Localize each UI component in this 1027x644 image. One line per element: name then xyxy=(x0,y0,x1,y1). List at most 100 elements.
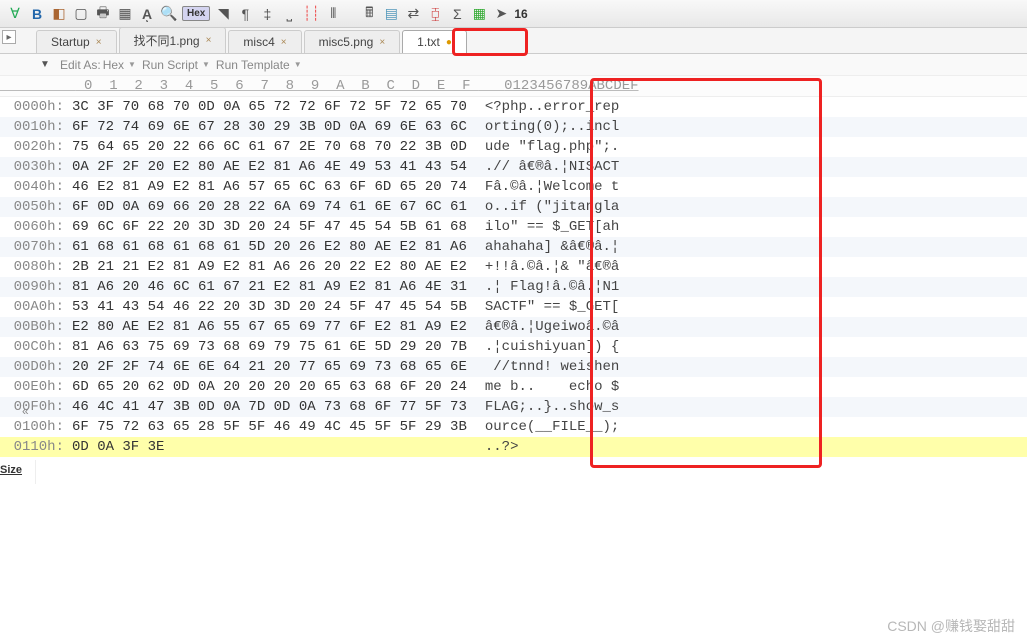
ascii-cell[interactable]: ahahaha] &â€®â.¦ xyxy=(485,237,619,257)
hex-row[interactable]: 00F0h:46 4C 41 47 3B 0D 0A 7D 0D 0A 73 6… xyxy=(0,397,1027,417)
hex-cell[interactable]: 75 64 65 20 22 66 6C 61 67 2E 70 68 70 2… xyxy=(72,137,467,157)
font-icon[interactable]: Aͅ xyxy=(138,5,156,23)
hex-row[interactable]: 0010h:6F 72 74 69 6E 67 28 30 29 3B 0D 0… xyxy=(0,117,1027,137)
tab-startup[interactable]: Startup× xyxy=(36,30,117,53)
chevron-down-icon[interactable]: ▼ xyxy=(36,56,54,74)
select-icon[interactable]: Ɐ xyxy=(6,5,24,23)
ascii-cell[interactable]: ude "flag.php";. xyxy=(485,137,619,157)
tab-1txt[interactable]: 1.txt● xyxy=(402,30,467,53)
hex-row[interactable]: 0080h:2B 21 21 E2 81 A9 E2 81 A6 26 20 2… xyxy=(0,257,1027,277)
run-template-label[interactable]: Run Template xyxy=(216,58,290,72)
hex-cell[interactable]: 6D 65 20 62 0D 0A 20 20 20 20 65 63 68 6… xyxy=(72,377,467,397)
hex-row[interactable]: 0040h:46 E2 81 A9 E2 81 A6 57 65 6C 63 6… xyxy=(0,177,1027,197)
edit-as-value[interactable]: Hex xyxy=(103,58,124,72)
ascii-cell[interactable]: //tnnd! weishen xyxy=(485,357,619,377)
offset-cell: 00B0h: xyxy=(0,317,72,337)
tab-misc5[interactable]: misc5.png× xyxy=(304,30,401,53)
hex-row[interactable]: 0100h:6F 75 72 63 65 28 5F 5F 46 49 4C 4… xyxy=(0,417,1027,437)
grid-icon[interactable]: ▦ xyxy=(470,5,488,23)
hex-row[interactable]: 0090h:81 A6 20 46 6C 61 67 21 E2 81 A9 E… xyxy=(0,277,1027,297)
hex-cell[interactable]: 46 4C 41 47 3B 0D 0A 7D 0D 0A 73 68 6F 7… xyxy=(72,397,467,417)
hex-cell[interactable]: 3C 3F 70 68 70 0D 0A 65 72 72 6F 72 5F 7… xyxy=(72,97,467,117)
ascii-cell[interactable]: .// â€®â.¦NISACT xyxy=(485,157,619,177)
chevron-down-icon[interactable]: ▼ xyxy=(202,60,210,69)
collapse-icon[interactable]: « xyxy=(22,404,29,418)
compare-icon[interactable]: ⇄ xyxy=(404,5,422,23)
page-icon[interactable]: ▤ xyxy=(382,5,400,23)
ascii-cell[interactable]: â€®â.¦Ugeiwoâ.©â xyxy=(485,317,619,337)
hex-cell[interactable]: E2 80 AE E2 81 A6 55 67 65 69 77 6F E2 8… xyxy=(72,317,467,337)
hex-cell[interactable]: 53 41 43 54 46 22 20 3D 3D 20 24 5F 47 4… xyxy=(72,297,467,317)
close-icon[interactable]: × xyxy=(206,35,212,46)
hex-cell[interactable]: 20 2F 2F 74 6E 6E 64 21 20 77 65 69 73 6… xyxy=(72,357,467,377)
ascii-cell[interactable]: <?php..error_rep xyxy=(485,97,619,117)
filter-icon[interactable]: ◥ xyxy=(214,5,232,23)
hex-cell[interactable]: 6F 72 74 69 6E 67 28 30 29 3B 0D 0A 69 6… xyxy=(72,117,467,137)
ascii-cell[interactable]: .¦cuishiyuan]) { xyxy=(485,337,619,357)
chevron-down-icon[interactable]: ▼ xyxy=(294,60,302,69)
chevron-down-icon[interactable]: ▼ xyxy=(128,60,136,69)
hex-cell[interactable]: 81 A6 20 46 6C 61 67 21 E2 81 A9 E2 81 A… xyxy=(72,277,467,297)
pilcrow-icon[interactable]: ¶ xyxy=(236,5,254,23)
hex-row[interactable]: 0070h:61 68 61 68 61 68 61 5D 20 26 E2 8… xyxy=(0,237,1027,257)
run-script-label[interactable]: Run Script xyxy=(142,58,198,72)
screen-icon[interactable]: ▢ xyxy=(72,5,90,23)
ascii-cell[interactable]: ource(__FILE__); xyxy=(485,417,619,437)
ascii-cell[interactable]: o..if ("jitangla xyxy=(485,197,619,217)
ascii-cell[interactable]: Fâ.©â.¦Welcome t xyxy=(485,177,619,197)
hex-cell[interactable]: 0D 0A 3F 3E xyxy=(72,437,467,457)
cube-icon[interactable]: ◧ xyxy=(50,5,68,23)
print-icon[interactable]: 🖶 xyxy=(94,5,112,23)
hex-row[interactable]: 0020h:75 64 65 20 22 66 6C 61 67 2E 70 6… xyxy=(0,137,1027,157)
calc-icon[interactable]: 🖩 xyxy=(360,5,378,23)
hex-cell[interactable]: 46 E2 81 A9 E2 81 A6 57 65 6C 63 6F 6D 6… xyxy=(72,177,467,197)
hex-mode-button[interactable]: Hex xyxy=(182,6,210,21)
dock-pin-left[interactable]: ▸ xyxy=(2,30,16,44)
hex-cell[interactable]: 6F 75 72 63 65 28 5F 5F 46 49 4C 45 5F 5… xyxy=(72,417,467,437)
hex-row[interactable]: 0030h:0A 2F 2F 20 E2 80 AE E2 81 A6 4E 4… xyxy=(0,157,1027,177)
hex-row[interactable]: 00A0h:53 41 43 54 46 22 20 3D 3D 20 24 5… xyxy=(0,297,1027,317)
hex-cell[interactable]: 81 A6 63 75 69 73 68 69 79 75 61 6E 5D 2… xyxy=(72,337,467,357)
ascii-cell[interactable]: .¦ Flag!â.©â.¦N1 xyxy=(485,277,619,297)
search-icon[interactable]: 🔍 xyxy=(160,5,178,23)
hex-row[interactable]: 0000h:3C 3F 70 68 70 0D 0A 65 72 72 6F 7… xyxy=(0,97,1027,117)
ascii-cell[interactable]: me b.. echo $ xyxy=(485,377,619,397)
width-16[interactable]: 16 xyxy=(514,7,527,21)
binary2-icon[interactable]: ⦀ xyxy=(324,5,342,23)
offset-cell: 00A0h: xyxy=(0,297,72,317)
dagger-icon[interactable]: ‡ xyxy=(258,5,276,23)
hex-row[interactable]: 0110h:0D 0A 3F 3E ..?> xyxy=(0,437,1027,457)
ascii-cell[interactable]: FLAG;..}..show_s xyxy=(485,397,619,417)
close-icon[interactable]: × xyxy=(379,37,385,48)
hex-row[interactable]: 00C0h:81 A6 63 75 69 73 68 69 79 75 61 6… xyxy=(0,337,1027,357)
hex-cell[interactable]: 61 68 61 68 61 68 61 5D 20 26 E2 80 AE E… xyxy=(72,237,467,257)
hex-row[interactable]: 00E0h:6D 65 20 62 0D 0A 20 20 20 20 65 6… xyxy=(0,377,1027,397)
hex-rows[interactable]: 0000h:3C 3F 70 68 70 0D 0A 65 72 72 6F 7… xyxy=(0,97,1027,457)
hex-cell[interactable]: 2B 21 21 E2 81 A9 E2 81 A6 26 20 22 E2 8… xyxy=(72,257,467,277)
hex-row[interactable]: 0060h:69 6C 6F 22 20 3D 3D 20 24 5F 47 4… xyxy=(0,217,1027,237)
ascii-cell[interactable]: ilo" == $_GET[ah xyxy=(485,217,619,237)
offset-cell: 0020h: xyxy=(0,137,72,157)
arrow-icon[interactable]: ➤ xyxy=(492,5,510,23)
ascii-cell[interactable]: +!!â.©â.¦& "â€®â xyxy=(485,257,619,277)
modified-icon[interactable]: ● xyxy=(446,37,452,48)
close-icon[interactable]: × xyxy=(281,37,287,48)
ascii-cell[interactable]: SACTF" == $_GET[ xyxy=(485,297,619,317)
mark-icon[interactable]: ⎵ xyxy=(280,5,298,23)
hex-cell[interactable]: 69 6C 6F 22 20 3D 3D 20 24 5F 47 45 54 5… xyxy=(72,217,467,237)
close-icon[interactable]: × xyxy=(96,37,102,48)
tab-misc4[interactable]: misc4× xyxy=(228,30,301,53)
hex-row[interactable]: 00B0h:E2 80 AE E2 81 A6 55 67 65 69 77 6… xyxy=(0,317,1027,337)
hex-row[interactable]: 00D0h:20 2F 2F 74 6E 6E 64 21 20 77 65 6… xyxy=(0,357,1027,377)
bold-icon[interactable]: B xyxy=(28,5,46,23)
hist-icon[interactable]: ⧮ xyxy=(426,5,444,23)
tab-file-png1[interactable]: 找不同1.png× xyxy=(119,27,227,53)
ascii-cell[interactable]: ..?> xyxy=(485,437,519,457)
binary-icon[interactable]: ┊┊ xyxy=(302,5,320,23)
sum-icon[interactable]: Σ xyxy=(448,5,466,23)
hex-cell[interactable]: 6F 0D 0A 69 66 20 28 22 6A 69 74 61 6E 6… xyxy=(72,197,467,217)
checker-icon[interactable]: ▦ xyxy=(116,5,134,23)
hex-cell[interactable]: 0A 2F 2F 20 E2 80 AE E2 81 A6 4E 49 53 4… xyxy=(72,157,467,177)
hex-row[interactable]: 0050h:6F 0D 0A 69 66 20 28 22 6A 69 74 6… xyxy=(0,197,1027,217)
ascii-cell[interactable]: orting(0);..incl xyxy=(485,117,619,137)
